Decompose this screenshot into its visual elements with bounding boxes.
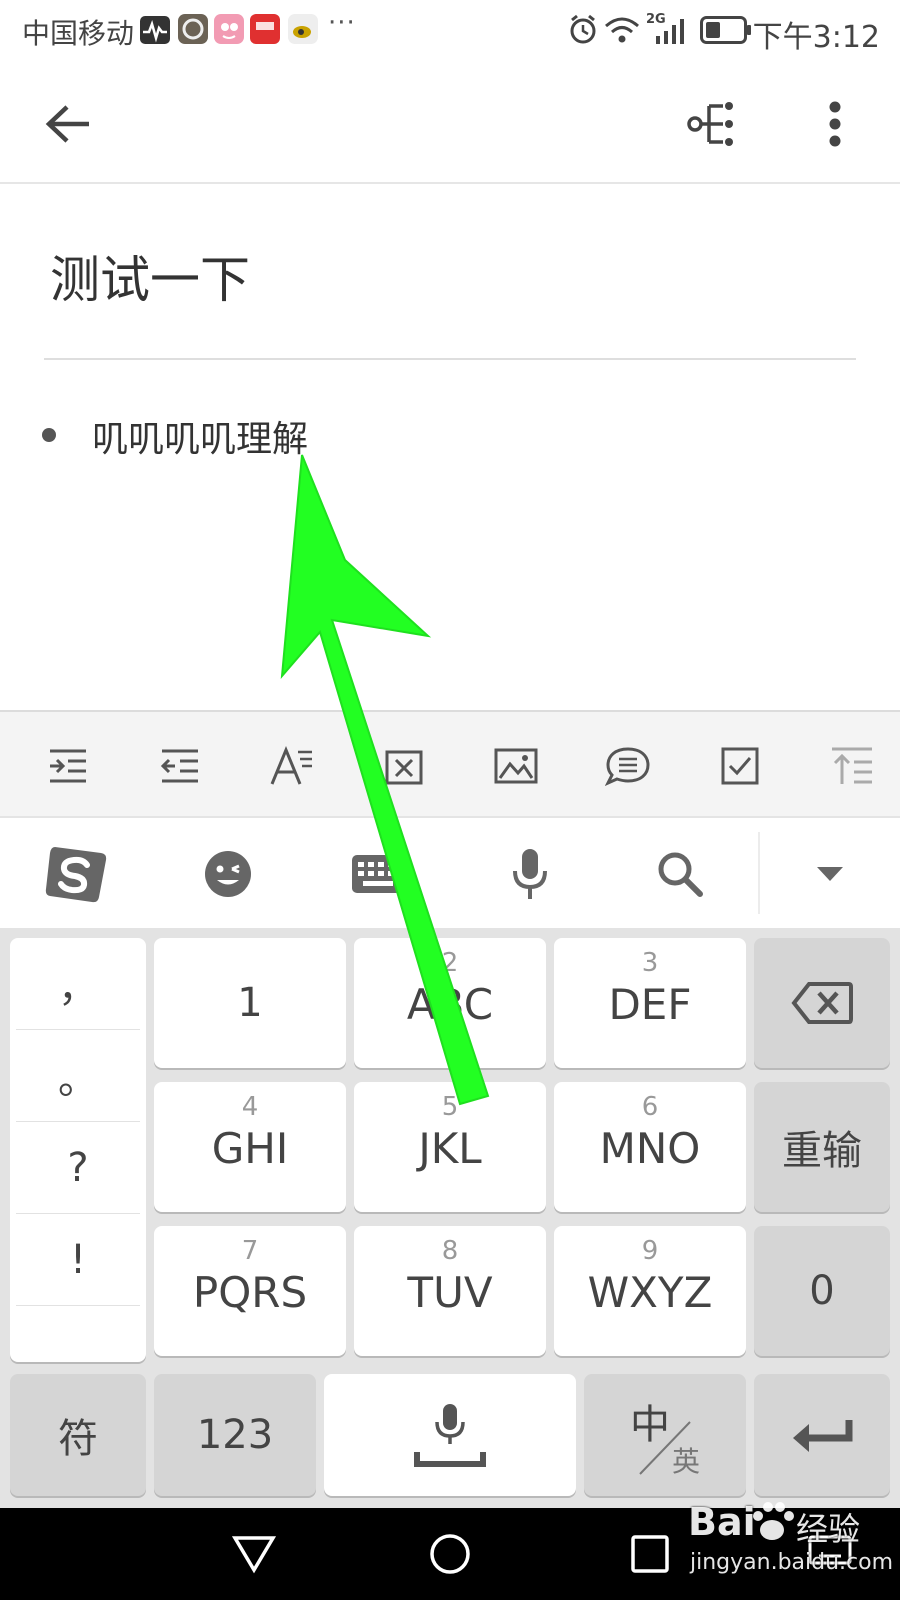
nav-home-button[interactable] (412, 1516, 488, 1592)
mind-map-icon (687, 102, 733, 146)
checkbox-button[interactable] (708, 734, 772, 798)
baidu-watermark: Bai 经验 jingyan.baidu.com (688, 1500, 894, 1575)
more-vertical-icon (829, 101, 841, 147)
status-time: 下午3:12 (752, 20, 880, 55)
key-5-jkl[interactable]: 5 JKL (354, 1082, 546, 1212)
enter-key[interactable] (754, 1374, 890, 1496)
format-toolbar (0, 710, 900, 818)
back-button[interactable] (28, 84, 108, 164)
note-title[interactable]: 测试一下 (50, 240, 250, 312)
status-bar: 中国移动 ··· 2G 下午3:12 (0, 0, 900, 64)
reenter-key[interactable]: 重输 (754, 1082, 890, 1212)
keyboard-switch-button[interactable] (338, 836, 418, 912)
key-6-mno[interactable]: 6 MNO (554, 1082, 746, 1212)
chevron-down-icon (817, 867, 843, 881)
backspace-icon (791, 982, 853, 1024)
ime-toolbar (0, 818, 900, 928)
key-7-pqrs[interactable]: 7 PQRS (154, 1226, 346, 1356)
cartoon-app-icon (214, 14, 244, 44)
emoji-face-icon (205, 851, 251, 897)
triangle-back-icon (232, 1536, 276, 1574)
voice-input-button[interactable] (490, 836, 570, 912)
camera-app-icon (178, 14, 208, 44)
clear-format-button[interactable] (372, 734, 436, 798)
nav-recents-button[interactable] (612, 1516, 688, 1592)
clear-box-icon (385, 750, 423, 785)
key-exclamation[interactable]: ! (16, 1214, 140, 1306)
weibo-app-icon (288, 14, 318, 44)
key-comma[interactable]: ， (16, 938, 140, 1030)
key-3-def[interactable]: 3 DEF (554, 938, 746, 1068)
outdent-button[interactable] (148, 734, 212, 798)
more-options-button[interactable] (800, 84, 870, 164)
symbols-key[interactable]: 符 (10, 1374, 146, 1496)
battery-icon (700, 16, 751, 44)
key-question[interactable]: ? (16, 1122, 140, 1214)
mind-map-button[interactable] (672, 84, 752, 164)
space-mic-icon (414, 1404, 486, 1467)
sogou-logo-icon (45, 847, 107, 903)
title-divider (44, 358, 856, 360)
emoji-button[interactable] (188, 836, 268, 912)
circle-home-icon (430, 1534, 470, 1574)
nav-back-button[interactable] (216, 1516, 292, 1592)
back-arrow-icon (45, 105, 89, 143)
indent-button[interactable] (36, 734, 100, 798)
baidu-paw-icon (753, 1502, 794, 1540)
sogou-menu-button[interactable] (36, 836, 116, 912)
move-up-button[interactable] (820, 734, 884, 798)
t9-keyboard: ， 。 ? ! 1 2 ABC 3 DEF 4 GHI 5 JKL 6 MNO … (0, 928, 900, 1508)
move-up-icon (832, 747, 872, 784)
comment-button[interactable] (596, 734, 660, 798)
backspace-key[interactable] (754, 938, 890, 1068)
text-format-icon (270, 746, 312, 785)
wifi-icon (605, 17, 639, 43)
bullet-list-item[interactable]: 叽叽叽叽理解 (92, 410, 308, 462)
key-2-abc[interactable]: 2 ABC (354, 938, 546, 1068)
enter-icon (793, 1420, 853, 1452)
carrier-name: 中国移动 (22, 17, 135, 50)
comment-list-icon (605, 747, 650, 786)
indent-increase-icon (50, 749, 86, 783)
app-bar (0, 64, 900, 184)
key-8-tuv[interactable]: 8 TUV (354, 1226, 546, 1356)
activity-app-icon (140, 16, 170, 44)
key-period[interactable]: 。 (16, 1030, 140, 1122)
ime-toolbar-divider (758, 832, 760, 914)
key-4-ghi[interactable]: 4 GHI (154, 1082, 346, 1212)
more-notifications-icon: ··· (328, 8, 356, 38)
alarm-icon (570, 14, 596, 44)
search-button[interactable] (640, 836, 720, 912)
key-0[interactable]: 0 (754, 1226, 890, 1356)
search-icon (658, 852, 703, 897)
space-key[interactable] (324, 1374, 576, 1496)
key-1[interactable]: 1 (154, 938, 346, 1068)
punctuation-column: ， 。 ? ! (10, 938, 146, 1362)
numeric-key[interactable]: 123 (154, 1374, 316, 1496)
microphone-icon (513, 849, 547, 899)
insert-image-button[interactable] (484, 734, 548, 798)
text-style-button[interactable] (260, 734, 324, 798)
netease-app-icon (250, 14, 280, 44)
language-switch-key[interactable]: 中 英 (584, 1374, 746, 1496)
image-icon (494, 748, 538, 784)
indent-decrease-icon (160, 749, 198, 783)
signal-icon (656, 19, 684, 44)
keyboard-icon (352, 855, 404, 893)
square-recents-icon (631, 1535, 669, 1573)
hide-keyboard-button[interactable] (790, 836, 870, 912)
bullet-dot-icon (42, 428, 56, 442)
key-9-wxyz[interactable]: 9 WXYZ (554, 1226, 746, 1356)
checkbox-icon (721, 747, 759, 785)
